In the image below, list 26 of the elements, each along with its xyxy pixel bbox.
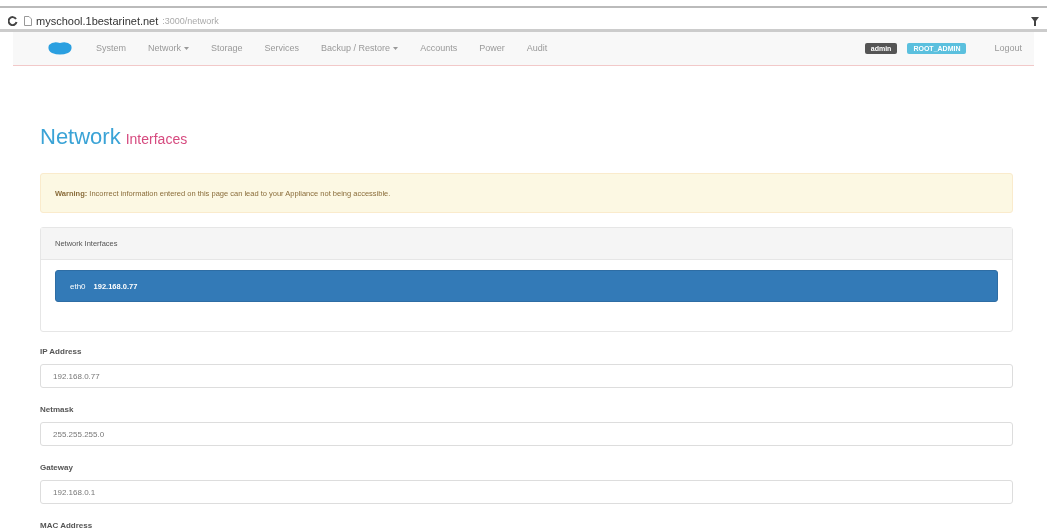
field-label: Netmask xyxy=(40,405,75,416)
input-field[interactable]: 192.168.0.77 xyxy=(40,364,1013,388)
caret-icon xyxy=(184,46,190,50)
page-icon xyxy=(24,16,32,27)
filter-icon[interactable] xyxy=(1031,16,1039,26)
input-field[interactable]: 255.255.255.0 xyxy=(40,422,1013,446)
logo-icon xyxy=(47,41,73,56)
caret-icon xyxy=(393,46,399,50)
logout-link[interactable]: Logout xyxy=(994,43,1022,54)
field-label: Gateway xyxy=(40,463,74,474)
nav-link[interactable]: Accounts xyxy=(409,43,469,54)
url-host[interactable]: myschool.1bestarinet.net xyxy=(36,15,159,28)
field-label: MAC Address xyxy=(40,521,94,532)
field-label: IP Address xyxy=(40,347,83,358)
input-field[interactable]: 192.168.0.1 xyxy=(40,480,1013,504)
page-subtitle: Interfaces xyxy=(125,131,188,147)
page-title: Network xyxy=(40,124,121,150)
nav-link[interactable]: Audit xyxy=(515,43,559,54)
nav-link[interactable]: System xyxy=(85,43,137,54)
url-path[interactable]: :3000/network xyxy=(162,16,219,27)
nav-link[interactable]: Network xyxy=(137,43,201,54)
nav-link[interactable]: Storage xyxy=(200,43,254,54)
nav-link[interactable]: Backup / Restore xyxy=(310,43,410,54)
reload-icon[interactable] xyxy=(8,16,18,27)
nav-link[interactable]: Services xyxy=(253,43,311,54)
nav-link[interactable]: Power xyxy=(468,43,516,54)
